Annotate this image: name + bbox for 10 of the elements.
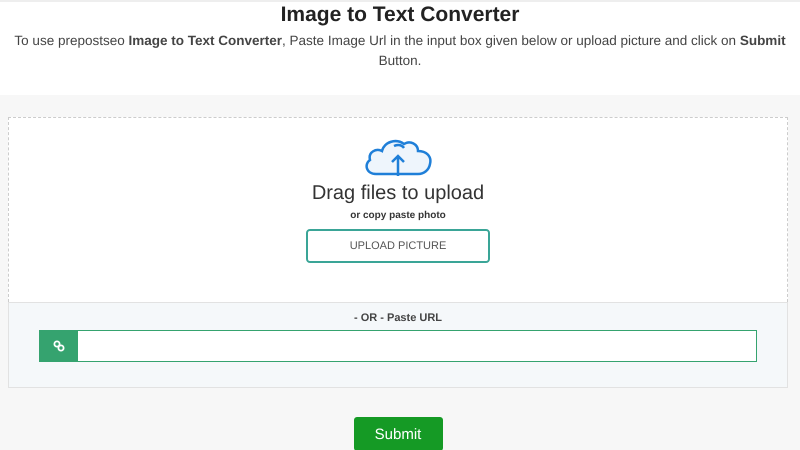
url-input-field[interactable] [39,330,757,362]
link-icon [40,331,78,361]
upload-heading: Drag files to upload [312,182,484,205]
intro-text: To use prepostseo Image to Text Converter, Paste Image Url in the input box given below or upload picture and click on Submit Button. [13,32,787,70]
url-label: - OR - Paste URL [352,312,443,324]
upload-picture-button[interactable]: UPLOAD PICTURE [306,229,490,263]
page-title: Image to Text Converter [280,2,520,27]
upload-subheading: or copy paste photo [350,210,446,221]
upload-dropzone[interactable]: Drag files to upload or copy paste photo UPLOAD PICTURE [8,117,788,302]
submit-button[interactable]: Submit [354,417,442,450]
